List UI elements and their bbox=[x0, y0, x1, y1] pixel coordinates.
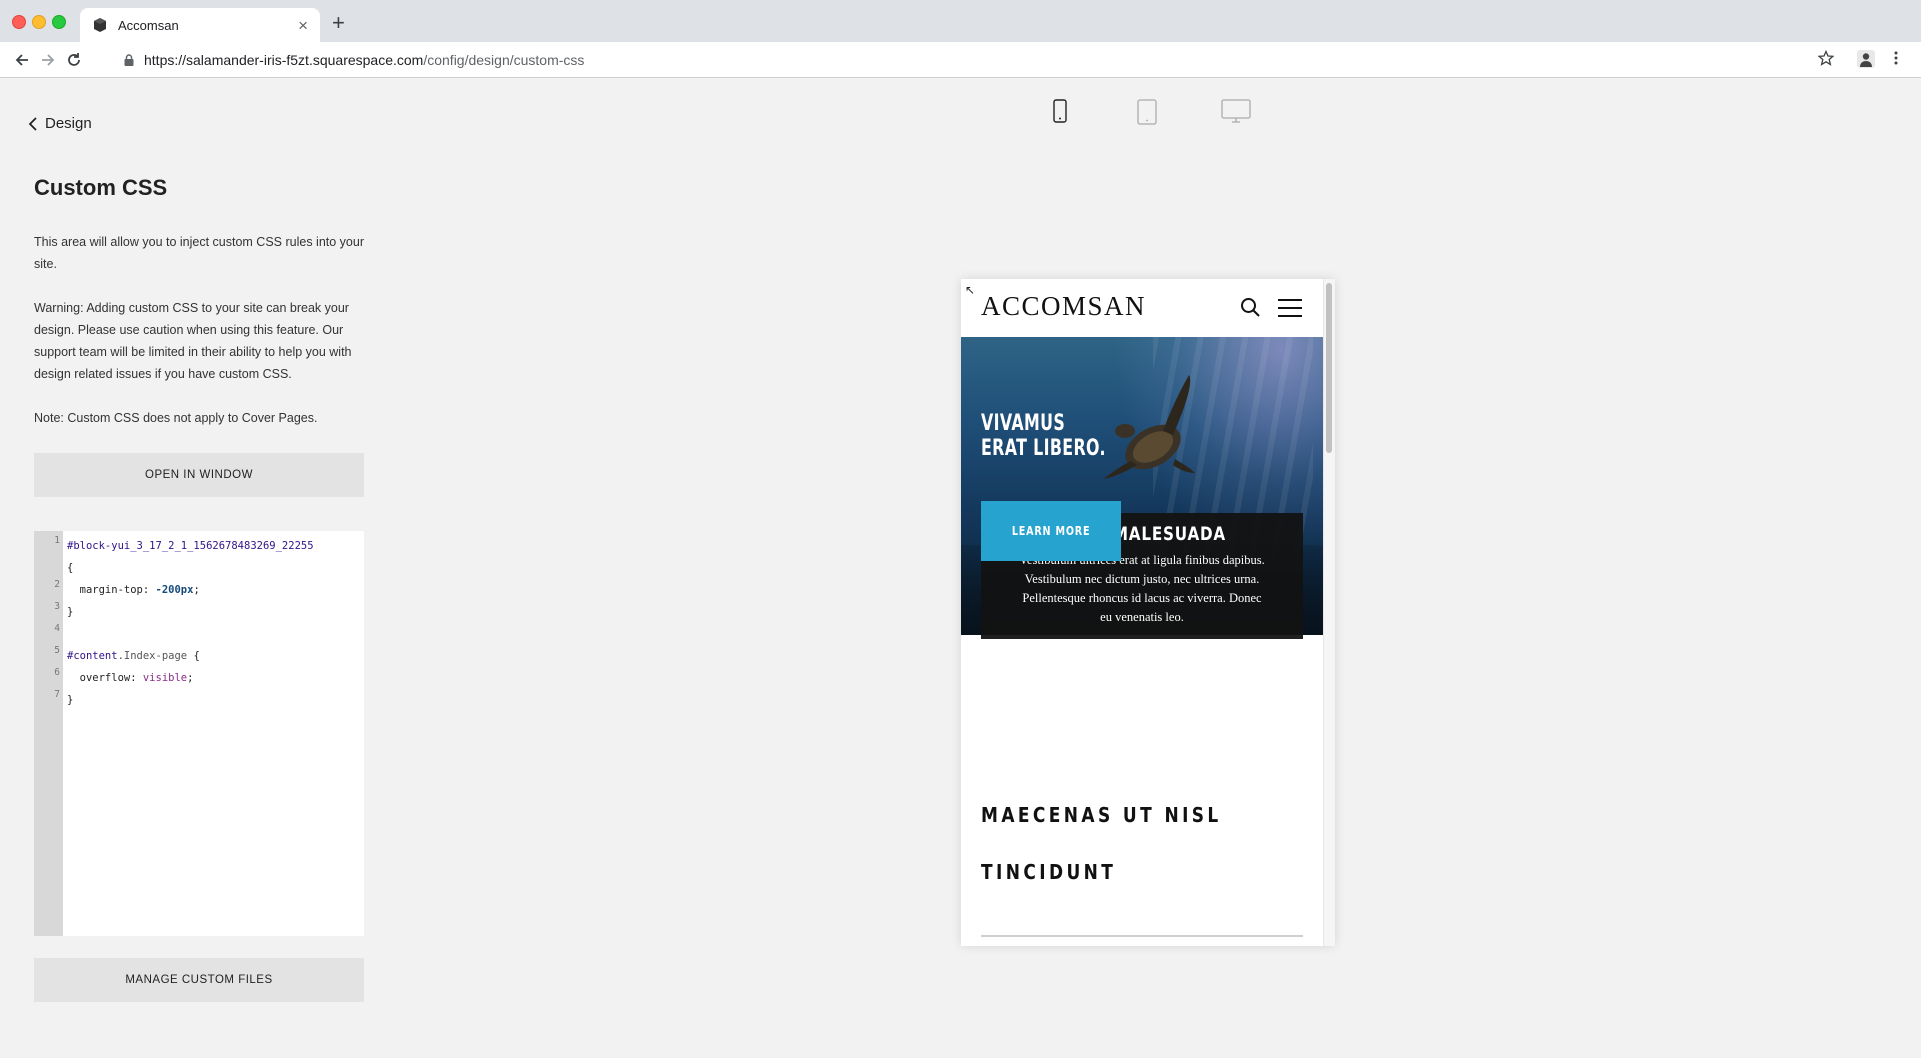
back-link-label: Design bbox=[45, 115, 92, 132]
line-number: 7 bbox=[54, 689, 60, 700]
intro-text: This area will allow you to inject custo… bbox=[34, 235, 364, 271]
custom-css-panel: Design Custom CSS This area will allow y… bbox=[0, 79, 400, 1058]
warning-text: Warning: Adding custom CSS to your site … bbox=[34, 301, 352, 381]
profile-avatar-icon[interactable] bbox=[1857, 50, 1875, 73]
desktop-icon[interactable] bbox=[1221, 99, 1251, 128]
url-host: https://salamander-iris-f5zt.squarespace… bbox=[144, 52, 424, 68]
hamburger-menu-icon[interactable] bbox=[1277, 299, 1303, 317]
site-preview-frame[interactable]: ↖ ACCOMSAN VIVAMUS ERAT LIBERO. CRAS MAL… bbox=[961, 279, 1335, 946]
new-tab-button[interactable]: + bbox=[332, 12, 345, 34]
manage-custom-files-button[interactable]: MANAGE CUSTOM FILES bbox=[34, 958, 364, 1002]
hero-title: VIVAMUS ERAT LIBERO. bbox=[981, 411, 1106, 461]
more-menu-icon[interactable] bbox=[1893, 50, 1899, 71]
learn-more-button[interactable]: LEARN MORE bbox=[981, 501, 1121, 561]
css-selector: #content bbox=[67, 650, 118, 662]
forward-arrow-icon[interactable] bbox=[38, 50, 58, 70]
code-text: } bbox=[67, 606, 74, 618]
code-text: ; bbox=[187, 672, 194, 684]
tablet-icon[interactable] bbox=[1137, 99, 1157, 130]
url-path: /config/design/custom-css bbox=[423, 52, 585, 68]
page-title: Custom CSS bbox=[34, 175, 168, 200]
code-text: { bbox=[67, 562, 74, 574]
close-tab-icon[interactable]: × bbox=[298, 17, 308, 34]
card-body-text: Vestibulum ultrices erat at ligula finib… bbox=[1019, 553, 1265, 624]
section-heading-line: MAECENAS UT NISL bbox=[981, 803, 1222, 827]
search-icon[interactable] bbox=[1240, 297, 1260, 317]
css-value: -200px bbox=[155, 584, 194, 596]
back-to-design-link[interactable]: Design bbox=[28, 115, 92, 132]
css-class: .Index-page bbox=[117, 650, 188, 662]
browser-tab-bar: Accomsan × + bbox=[0, 0, 1921, 42]
preview-scrollbar-thumb[interactable] bbox=[1326, 283, 1332, 453]
code-line: } bbox=[67, 601, 364, 623]
browser-toolbar: https://salamander-iris-f5zt.squarespace… bbox=[0, 42, 1921, 78]
css-property: margin-top: bbox=[67, 584, 156, 596]
preview-scrollbar[interactable] bbox=[1323, 279, 1335, 946]
reload-icon[interactable] bbox=[64, 50, 84, 70]
note-text: Note: Custom CSS does not apply to Cover… bbox=[34, 411, 318, 425]
line-number bbox=[34, 557, 63, 579]
code-line: #block-yui_3_17_2_1_1562678483269_22255 bbox=[67, 535, 364, 557]
code-line: } bbox=[67, 689, 364, 711]
line-number: 1 bbox=[54, 535, 60, 546]
hero-title-line: ERAT LIBERO. bbox=[981, 436, 1106, 461]
open-in-window-button[interactable]: OPEN IN WINDOW bbox=[34, 453, 364, 497]
section-heading-line: TINCIDUNT bbox=[981, 860, 1117, 884]
sea-turtle-image bbox=[1103, 375, 1195, 479]
code-text: } bbox=[67, 694, 74, 706]
section-divider bbox=[981, 935, 1303, 937]
browser-tab[interactable]: Accomsan × bbox=[80, 8, 320, 42]
line-number: 3 bbox=[54, 601, 60, 612]
learn-more-label: LEARN MORE bbox=[1011, 524, 1091, 538]
line-number: 4 bbox=[54, 623, 60, 634]
line-number: 2 bbox=[54, 579, 60, 590]
collapse-arrow-icon[interactable]: ↖ bbox=[965, 283, 975, 297]
chevron-left-icon bbox=[28, 116, 37, 131]
squarespace-favicon-icon bbox=[94, 18, 106, 32]
address-bar[interactable]: https://salamander-iris-f5zt.squarespace… bbox=[110, 46, 1820, 74]
code-line: overflow: visible; bbox=[67, 667, 364, 689]
line-number: 5 bbox=[54, 645, 60, 656]
section-heading: MAECENAS UT NISL TINCIDUNT bbox=[981, 787, 1253, 901]
close-window-button[interactable] bbox=[12, 15, 26, 29]
site-logo[interactable]: ACCOMSAN bbox=[981, 291, 1146, 322]
code-line: margin-top: -200px; bbox=[67, 579, 364, 601]
line-number: 6 bbox=[54, 667, 60, 678]
code-line: { bbox=[67, 557, 364, 579]
css-code-editor[interactable]: 1 2 3 4 5 6 7 #block-yui_3_17_2_1_156267… bbox=[34, 531, 364, 936]
code-area[interactable]: #block-yui_3_17_2_1_1562678483269_22255 … bbox=[63, 531, 364, 936]
line-number-gutter: 1 2 3 4 5 6 7 bbox=[34, 531, 63, 936]
code-text: { bbox=[187, 650, 200, 662]
code-line: #content.Index-page { bbox=[67, 645, 364, 667]
bookmark-star-icon[interactable] bbox=[1817, 49, 1835, 71]
tab-title: Accomsan bbox=[118, 17, 179, 33]
hero-title-line: VIVAMUS bbox=[981, 411, 1066, 436]
minimize-window-button[interactable] bbox=[32, 15, 46, 29]
lock-icon bbox=[124, 54, 134, 66]
phone-icon[interactable] bbox=[1053, 99, 1067, 128]
site-header: ↖ ACCOMSAN bbox=[961, 279, 1323, 337]
maximize-window-button[interactable] bbox=[52, 15, 66, 29]
css-property: overflow: bbox=[67, 672, 143, 684]
code-text: ; bbox=[193, 584, 200, 596]
css-value: visible bbox=[142, 672, 188, 684]
back-arrow-icon[interactable] bbox=[12, 50, 32, 70]
css-selector: #block-yui_3_17_2_1_1562678483269_22255 bbox=[67, 540, 314, 552]
